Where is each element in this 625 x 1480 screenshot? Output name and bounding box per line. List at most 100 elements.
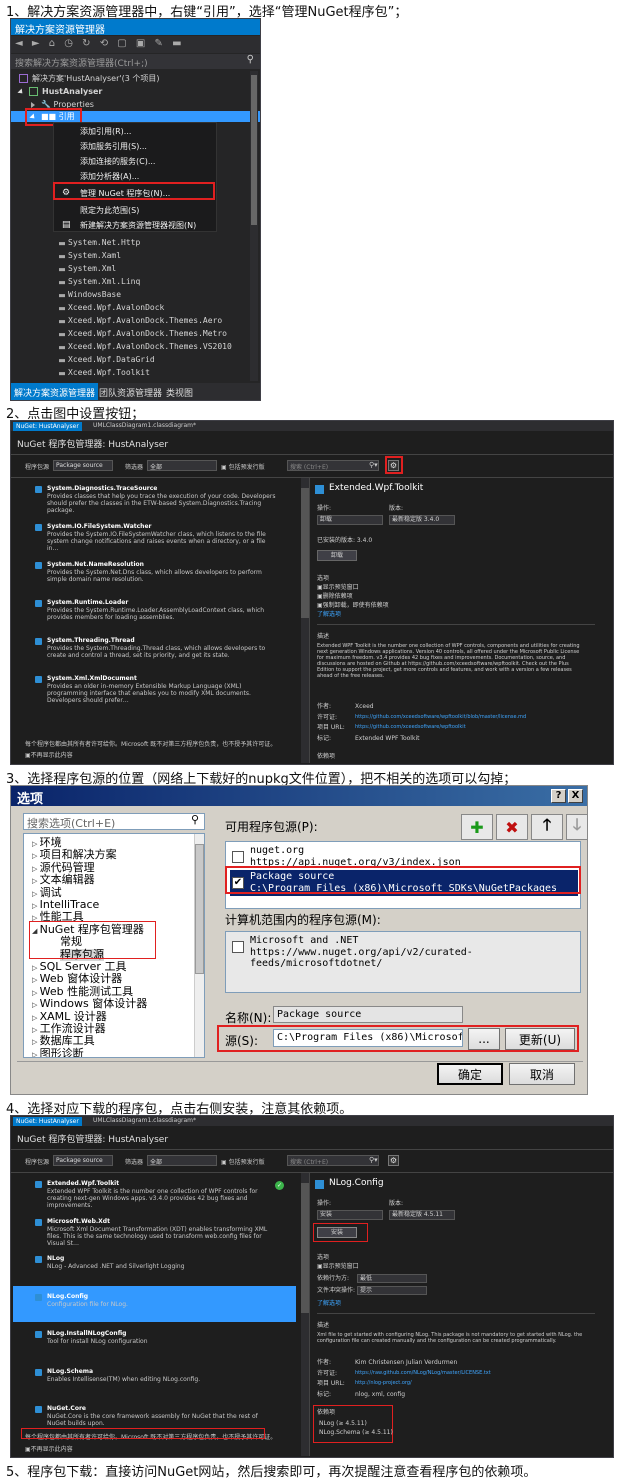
reference-item[interactable]: ■■ Xceed.Wpf.DataGrid [59, 355, 155, 364]
prerelease-checkbox[interactable]: ▣ 包括预发行版 [221, 462, 265, 471]
search-input[interactable]: 搜索 (Ctrl+E) [287, 1155, 379, 1166]
package-item[interactable]: NLog NLog - Advanced .NET and Silverlight… [35, 1255, 277, 1270]
move-up-button[interactable]: 🡑 [531, 814, 563, 840]
settings-button[interactable]: ⚙ [388, 1155, 399, 1166]
option-remove-deps[interactable]: ▣删除依赖项 [317, 593, 353, 600]
tab-nuget[interactable]: NuGet: HustAnalyser [13, 1117, 82, 1126]
version-dropdown[interactable]: 最新稳定版 4.5.11 [389, 1210, 455, 1220]
reference-item[interactable]: ■■ WindowsBase [59, 290, 121, 299]
dep-behavior-dropdown[interactable]: 最低 [357, 1274, 427, 1283]
dont-show-checkbox[interactable]: ▣不再显示此内容 [25, 1444, 73, 1453]
add-source-button[interactable]: ✚ [461, 814, 493, 840]
dont-show-checkbox[interactable]: ▣不再显示此内容 [25, 750, 73, 759]
collapsed-arrow-icon[interactable]: ▷ [32, 865, 40, 873]
tab-solution-explorer[interactable]: 解决方案资源管理器 [11, 383, 99, 400]
cancel-button[interactable]: 取消 [509, 1063, 575, 1085]
learn-options-link[interactable]: 了解选项 [317, 1300, 341, 1307]
package-item[interactable]: NLog.Schema Enables Intellisense(TM) when… [35, 1368, 277, 1383]
prerelease-checkbox[interactable]: ▣ 包括预发行版 [221, 1157, 265, 1166]
filter-dropdown[interactable]: 全部 [147, 460, 217, 471]
reference-item[interactable]: ■■ System.Net.Http [59, 238, 140, 247]
menu-add-connected-service[interactable]: 添加连接的服务(C)... [80, 156, 155, 167]
source-checkbox[interactable] [232, 941, 244, 953]
package-item[interactable]: System.Runtime.Loader Provides the System… [35, 599, 277, 621]
collapsed-arrow-icon[interactable]: ▷ [32, 852, 40, 860]
filter-dropdown[interactable]: 全部 [147, 1155, 217, 1166]
reference-item[interactable]: ■■ Xceed.Wpf.AvalonDock [59, 303, 164, 312]
reference-item[interactable]: ■■ Xceed.Wpf.AvalonDock.Themes.Aero [59, 316, 222, 325]
tab-classdiagram[interactable]: UMLClassDiagram1.classdiagram* [93, 422, 196, 429]
search-box[interactable]: 搜索解决方案资源管理器(Ctrl+;) [11, 54, 260, 69]
ok-button[interactable]: 确定 [437, 1063, 503, 1085]
menu-scope-to-this[interactable]: 限定为此范围(S) [80, 205, 139, 216]
remove-source-button[interactable]: ✖ [496, 814, 528, 840]
source-path-input[interactable]: C:\Program Files (x86)\Microsoft SD [273, 1029, 463, 1047]
options-search[interactable]: 搜索选项(Ctrl+E) [23, 813, 205, 830]
name-input[interactable]: Package source [273, 1006, 463, 1023]
tab-classdiagram[interactable]: UMLClassDiagram1.classdiagram* [93, 1117, 196, 1124]
search-input[interactable]: 搜索 (Ctrl+E) [287, 460, 379, 471]
action-dropdown[interactable]: 卸载 [317, 515, 383, 525]
license-link[interactable]: https://github.com/xceedsoftware/wpftool… [355, 714, 526, 721]
version-dropdown[interactable]: 最新稳定版 3.4.0 [389, 515, 455, 525]
package-item[interactable]: System.Threading.Thread Provides the Syst… [35, 637, 277, 659]
collapsed-arrow-icon[interactable]: ▷ [32, 964, 40, 972]
menu-add-reference[interactable]: 添加引用(R)... [80, 126, 131, 137]
reference-item[interactable]: ■■ Xceed.Wpf.Toolkit [59, 368, 150, 377]
source-dropdown[interactable]: Package source [53, 460, 113, 471]
collapsed-arrow-icon[interactable]: ▷ [32, 1038, 40, 1046]
reference-item[interactable]: ■■ Xceed.Wpf.AvalonDock.Themes.Metro [59, 329, 227, 338]
package-item[interactable]: NLog.Config Configuration file for NLog. [35, 1293, 277, 1308]
help-button[interactable]: ? [551, 789, 566, 803]
source-dropdown[interactable]: Package source [53, 1155, 113, 1166]
option-force-uninstall[interactable]: ▣强制卸载，即使有依赖项 [317, 602, 389, 609]
action-dropdown[interactable]: 安装 [317, 1210, 383, 1220]
project-url-link[interactable]: https://github.com/xceedsoftware/wpftool… [355, 724, 466, 731]
collapsed-arrow-icon[interactable]: ▷ [32, 989, 40, 997]
package-item[interactable]: NuGet.Core NuGet.Core is the core framewo… [35, 1405, 277, 1427]
collapsed-arrow-icon[interactable]: ▷ [32, 902, 40, 910]
reference-item[interactable]: ■■ System.Xaml [59, 251, 121, 260]
move-down-button[interactable]: 🡓 [566, 814, 588, 840]
package-item[interactable]: Extended.Wpf.Toolkit Extended WPF Toolkit… [35, 1180, 277, 1209]
tree-item[interactable]: ▷ 图形诊断 [32, 1047, 84, 1057]
machine-source-item[interactable]: Microsoft and .NET https://www.nuget.org… [230, 935, 578, 969]
tab-nuget[interactable]: NuGet: HustAnalyser [13, 422, 82, 431]
reference-item[interactable]: ■■ Xceed.Wpf.AvalonDock.Themes.VS2010 [59, 342, 232, 351]
collapsed-arrow-icon[interactable]: ▷ [32, 1001, 40, 1009]
package-item[interactable]: System.Diagnostics.TraceSource Provides c… [35, 485, 277, 514]
package-item[interactable]: NLog.InstallNLogConfig Tool for install N… [35, 1330, 277, 1345]
tab-class-view[interactable]: 类视图 [166, 386, 193, 399]
collapsed-arrow-icon[interactable]: ▷ [32, 877, 40, 885]
menu-add-analyzer[interactable]: 添加分析器(A)... [80, 171, 139, 182]
package-item[interactable]: System.Net.NameResolution Provides the Sy… [35, 561, 277, 583]
reference-item[interactable]: ■■ System.Xml [59, 264, 116, 273]
package-item[interactable]: System.Xml.XmlDocument Provides an older … [35, 675, 277, 704]
learn-options-link[interactable]: 了解选项 [317, 611, 341, 618]
scrollbar[interactable] [250, 71, 258, 381]
collapsed-arrow-icon[interactable]: ▷ [32, 1051, 40, 1057]
option-preview[interactable]: ▣显示预览窗口 [317, 584, 359, 591]
menu-new-view[interactable]: 新建解决方案资源管理器视图(N) [80, 220, 196, 231]
package-item[interactable]: System.IO.FileSystem.Watcher Provides the… [35, 523, 277, 552]
option-preview[interactable]: ▣显示预览窗口 [317, 1263, 359, 1270]
collapsed-arrow-icon[interactable]: ▷ [32, 840, 40, 848]
reference-item[interactable]: ■■ System.Xml.Linq [59, 277, 140, 286]
collapsed-arrow-icon[interactable]: ▷ [32, 1026, 40, 1034]
collapsed-arrow-icon[interactable]: ▷ [32, 890, 40, 898]
project-url-link[interactable]: http://nlog-project.org/ [355, 1380, 412, 1387]
license-link[interactable]: https://raw.github.com/NLog/NLog/master/… [355, 1370, 491, 1377]
conflict-dropdown[interactable]: 提示 [357, 1286, 427, 1295]
solution-node[interactable]: 解决方案'HustAnalyser'(3 个项目) [19, 73, 159, 84]
project-node[interactable]: HustAnalyser [17, 87, 102, 96]
collapsed-arrow-icon[interactable]: ▷ [32, 976, 40, 984]
package-item[interactable]: Microsoft.Web.Xdt Microsoft Xml Document … [35, 1218, 277, 1247]
menu-add-service-reference[interactable]: 添加服务引用(S)... [80, 141, 147, 152]
close-button[interactable]: X [568, 789, 583, 803]
tab-team-explorer[interactable]: 团队资源管理器 [99, 386, 162, 399]
uninstall-button[interactable]: 卸载 [317, 550, 357, 561]
browse-button[interactable]: ... [468, 1028, 500, 1050]
source-checkbox[interactable] [232, 851, 244, 863]
update-button[interactable]: 更新(U) [505, 1028, 575, 1050]
collapsed-arrow-icon[interactable]: ▷ [32, 1014, 40, 1022]
